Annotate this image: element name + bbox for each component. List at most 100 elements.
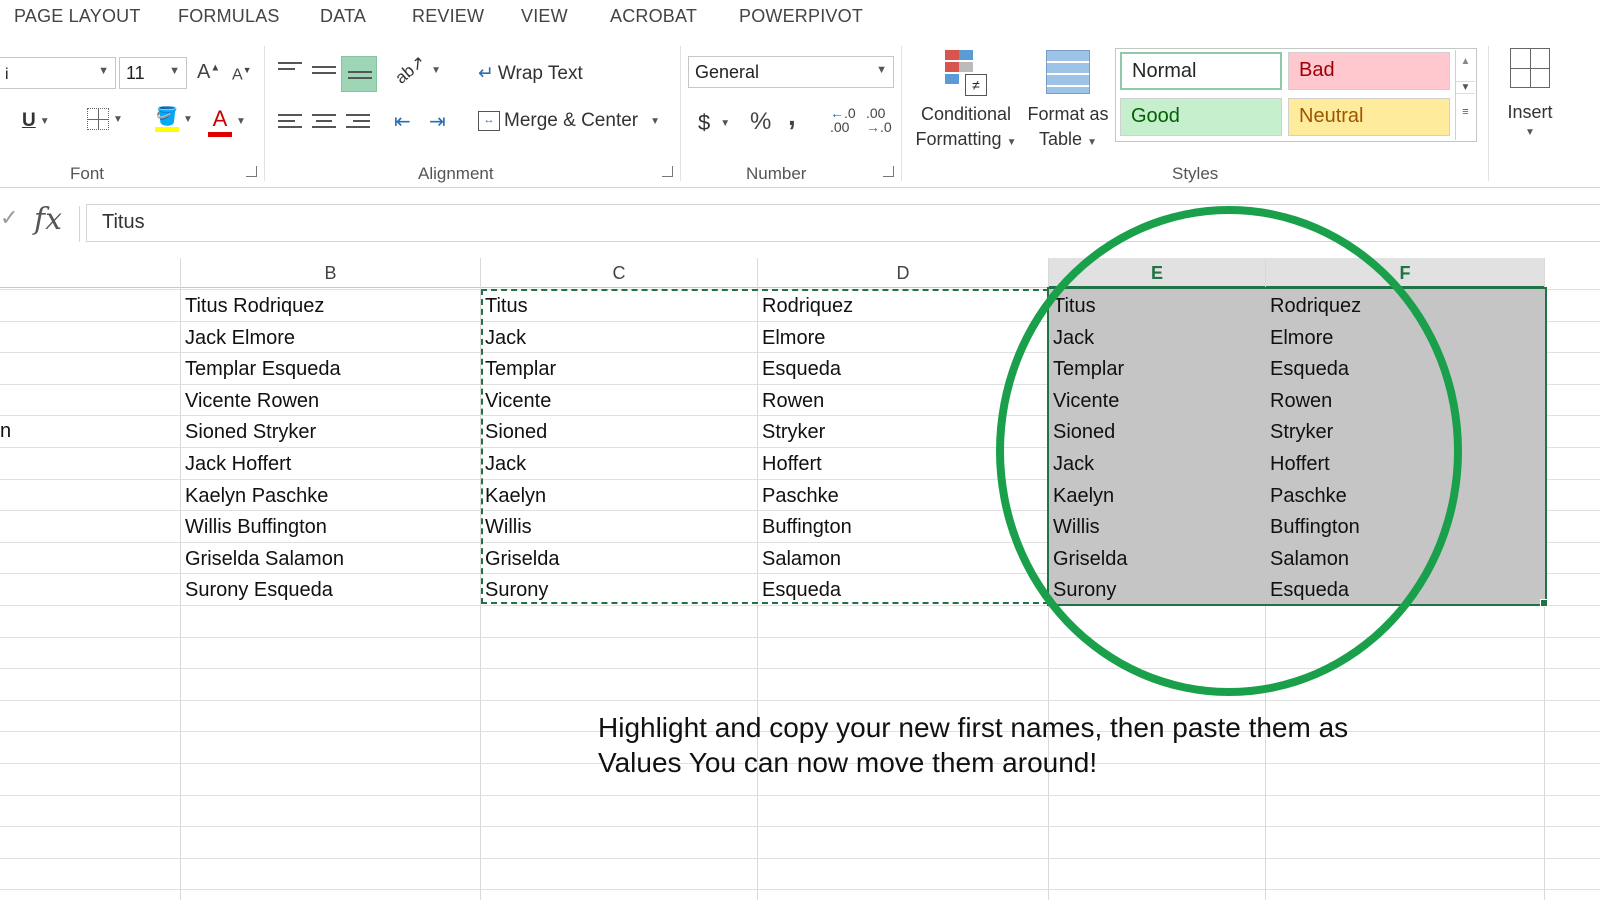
cell-d[interactable]: Salamon — [758, 542, 1047, 574]
cell-d[interactable]: Rodriquez — [758, 289, 1047, 321]
number-launcher-icon[interactable] — [883, 166, 894, 177]
tab-view[interactable]: VIEW — [521, 6, 568, 27]
align-right-icon[interactable] — [346, 114, 370, 132]
cell-b[interactable]: Kaelyn Paschke — [181, 479, 479, 511]
cell-b[interactable]: Titus Rodriquez — [181, 289, 479, 321]
insert-button[interactable]: Insert ▼ — [1500, 48, 1560, 158]
tab-formulas[interactable]: FORMULAS — [178, 6, 280, 27]
alignment-launcher-icon[interactable] — [662, 166, 673, 177]
cell-b[interactable]: Jack Hoffert — [181, 447, 479, 479]
cell-b[interactable]: Jack Elmore — [181, 321, 479, 353]
enter-check-icon[interactable]: ✓ — [0, 205, 18, 231]
tab-acrobat[interactable]: ACROBAT — [610, 6, 697, 27]
style-normal[interactable]: Normal — [1120, 52, 1282, 90]
font-color-button[interactable]: A ▼ — [208, 106, 246, 137]
align-center-icon[interactable] — [312, 114, 336, 132]
increase-decimal-icon[interactable]: ←.0.00 — [830, 106, 856, 134]
chevron-down-icon: ▼ — [1525, 127, 1535, 138]
cell-d[interactable]: Esqueda — [758, 352, 1047, 384]
cell-c[interactable]: Griselda — [481, 542, 756, 574]
cell-b[interactable]: Vicente Rowen — [181, 384, 479, 416]
format-as-table-button[interactable]: Format as Table ▼ — [1024, 46, 1112, 156]
style-good[interactable]: Good — [1120, 98, 1282, 136]
chevron-down-icon: ▼ — [39, 115, 50, 127]
styles-group-label: Styles — [1172, 164, 1219, 183]
cell-c[interactable]: Templar — [481, 352, 756, 384]
font-launcher-icon[interactable] — [246, 166, 257, 177]
dollar-icon: $ — [698, 110, 711, 135]
chevron-down-icon: ▼ — [720, 117, 731, 129]
grow-font-icon[interactable]: A▲ — [197, 62, 220, 82]
grid-row-line — [0, 700, 1600, 701]
align-middle-icon[interactable] — [312, 66, 336, 84]
tab-powerpivot[interactable]: POWERPIVOT — [739, 6, 863, 27]
font-size-combo[interactable]: 11 ▼ — [119, 57, 187, 89]
cell-d[interactable]: Elmore — [758, 321, 1047, 353]
column-header-a[interactable] — [0, 258, 180, 288]
chevron-down-icon: ▼ — [1087, 137, 1097, 148]
cell-c[interactable]: Vicente — [481, 384, 756, 416]
highlight-circle — [996, 206, 1462, 696]
font-color-icon: A — [208, 106, 232, 137]
cell-c[interactable]: Jack — [481, 447, 756, 479]
scroll-down-icon[interactable]: ▼ — [1456, 81, 1475, 94]
style-bad[interactable]: Bad — [1288, 52, 1450, 90]
borders-button[interactable]: ▼ — [87, 108, 123, 130]
tab-review[interactable]: REVIEW — [412, 6, 484, 27]
chevron-down-icon: ▼ — [431, 64, 442, 76]
chevron-down-icon: ▼ — [169, 65, 180, 77]
shrink-font-icon[interactable]: A▼ — [232, 66, 252, 83]
more-styles-icon[interactable]: ≡ — [1456, 106, 1475, 118]
cell-b[interactable]: Surony Esqueda — [181, 573, 479, 605]
merge-center-button[interactable]: ↔ Merge & Center ▼ — [478, 110, 660, 132]
insert-function-icon[interactable]: fx — [34, 202, 62, 237]
underline-button[interactable]: U ▼ — [22, 110, 50, 132]
formula-input[interactable]: Titus — [86, 204, 1600, 242]
align-bottom-button[interactable] — [341, 56, 377, 92]
chevron-down-icon: ▼ — [650, 115, 661, 127]
comma-icon[interactable]: , — [788, 102, 796, 130]
style-neutral[interactable]: Neutral — [1288, 98, 1450, 136]
cell-b[interactable]: Templar Esqueda — [181, 352, 479, 384]
align-bottom-icon — [348, 71, 372, 89]
format-as-table-icon — [1046, 50, 1090, 94]
increase-indent-icon[interactable]: ⇥ — [429, 112, 446, 132]
currency-button[interactable]: $ ▼ — [698, 110, 730, 136]
cell-c[interactable]: Surony — [481, 573, 756, 605]
divider — [901, 46, 902, 181]
grid-row-line — [0, 795, 1600, 796]
number-format-combo[interactable]: General ▼ — [688, 56, 894, 88]
cell-b[interactable]: Griselda Salamon — [181, 542, 479, 574]
column-header-c[interactable]: C — [481, 258, 757, 288]
column-header-d[interactable]: D — [758, 258, 1048, 288]
cell-c[interactable]: Willis — [481, 510, 756, 542]
conditional-formatting-button[interactable]: ≠ Conditional Formatting ▼ — [914, 46, 1018, 156]
grid-row-line — [0, 858, 1600, 859]
orientation-icon: ab↗ — [391, 51, 430, 88]
decrease-indent-icon[interactable]: ⇤ — [394, 112, 411, 132]
fill-color-button[interactable]: 🪣 ▼ — [155, 106, 193, 132]
grid-row-line — [0, 826, 1600, 827]
tab-data[interactable]: DATA — [320, 6, 366, 27]
tab-page-layout[interactable]: PAGE LAYOUT — [14, 6, 141, 27]
cell-c[interactable]: Titus — [481, 289, 756, 321]
borders-icon — [87, 108, 109, 130]
column-header-b[interactable]: B — [181, 258, 480, 288]
cell-b[interactable]: Sioned Stryker — [181, 415, 479, 447]
orientation-button[interactable]: ab↗ ▼ — [391, 52, 442, 88]
cell-c[interactable]: Jack — [481, 321, 756, 353]
wrap-text-icon: ↵ — [478, 63, 494, 84]
wrap-text-button[interactable]: ↵ Wrap Text — [478, 62, 583, 85]
font-name-combo[interactable]: i ▼ — [0, 57, 116, 89]
percent-icon[interactable]: % — [750, 110, 771, 134]
align-top-icon[interactable] — [278, 62, 302, 80]
decrease-decimal-icon[interactable]: .00 →.0 — [866, 106, 892, 134]
scroll-up-icon[interactable]: ▲ — [1456, 56, 1475, 67]
divider — [79, 206, 80, 242]
cell-c[interactable]: Sioned — [481, 415, 756, 447]
gallery-scroll: ▲ ▼ ≡ — [1455, 50, 1475, 140]
cell-d[interactable]: Esqueda — [758, 573, 1047, 605]
align-left-icon[interactable] — [278, 114, 302, 132]
cell-c[interactable]: Kaelyn — [481, 479, 756, 511]
cell-b[interactable]: Willis Buffington — [181, 510, 479, 542]
